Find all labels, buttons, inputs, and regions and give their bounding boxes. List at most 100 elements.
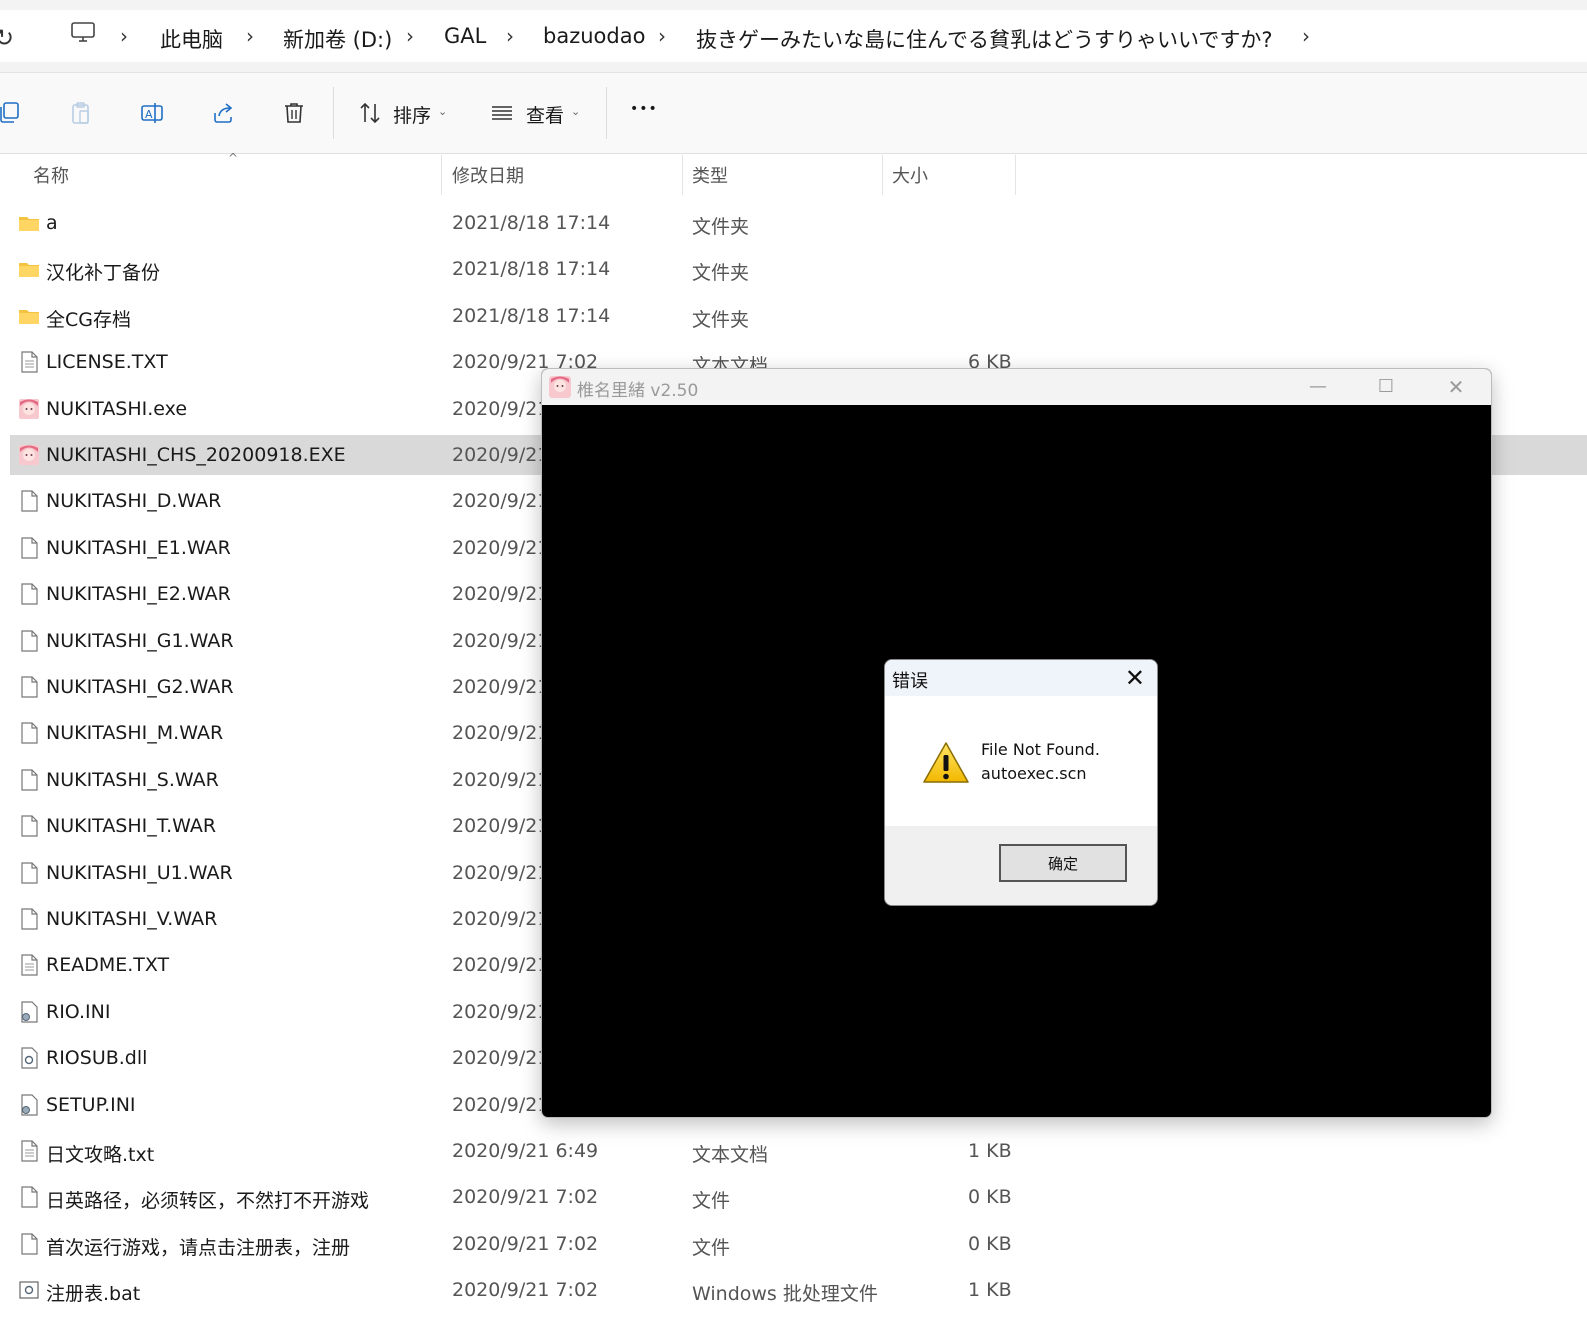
settings-file-icon bbox=[18, 1093, 40, 1116]
sort-button[interactable]: 排序 bbox=[393, 101, 431, 128]
file-date: 2020/9/21 bbox=[452, 1000, 550, 1023]
file-icon bbox=[18, 676, 40, 698]
folder-icon bbox=[18, 258, 40, 280]
file-name: README.TXT bbox=[46, 954, 170, 977]
breadcrumb-bazuodao[interactable]: bazuodao bbox=[543, 24, 645, 48]
view-icon[interactable] bbox=[490, 101, 514, 125]
file-date: 2020/9/21 bbox=[452, 490, 550, 513]
delete-icon[interactable] bbox=[282, 101, 306, 125]
close-button[interactable]: ✕ bbox=[1436, 373, 1476, 401]
file-date: 2020/9/21 bbox=[452, 444, 550, 466]
text-file-icon bbox=[18, 954, 40, 976]
column-divider[interactable] bbox=[882, 155, 883, 195]
breadcrumb-gal[interactable]: GAL bbox=[444, 24, 486, 48]
file-date: 2020/9/21 6:49 bbox=[452, 1140, 599, 1162]
file-date: 2020/9/21 7:02 bbox=[452, 1279, 599, 1302]
file-name: LICENSE.TXT bbox=[46, 351, 168, 374]
error-dialog-footer: 确定 bbox=[885, 826, 1157, 905]
column-header-date[interactable]: 修改日期 bbox=[452, 162, 524, 188]
column-header-type[interactable]: 类型 bbox=[692, 162, 728, 188]
column-divider[interactable] bbox=[682, 155, 683, 195]
error-dialog-close-button[interactable]: ✕ bbox=[1125, 664, 1145, 692]
file-type: 文件 bbox=[692, 1190, 731, 1213]
breadcrumb-chevron-icon[interactable]: › bbox=[658, 24, 666, 48]
sort-icon[interactable] bbox=[358, 101, 382, 125]
copy-icon[interactable] bbox=[0, 101, 22, 125]
file-date: 2020/9/21 bbox=[452, 1093, 550, 1116]
file-icon bbox=[18, 815, 40, 837]
ok-button[interactable]: 确定 bbox=[999, 844, 1127, 882]
column-divider[interactable] bbox=[1015, 155, 1016, 195]
refresh-icon[interactable]: ↻ bbox=[0, 24, 14, 52]
breadcrumb-drive[interactable]: 新加卷 (D:) bbox=[283, 24, 392, 54]
file-date: 2020/9/21 bbox=[452, 629, 550, 652]
column-header-size[interactable]: 大小 bbox=[892, 162, 928, 188]
file-date: 2020/9/21 bbox=[452, 676, 550, 698]
breadcrumb-chevron-icon[interactable]: › bbox=[406, 24, 414, 48]
error-dialog[interactable]: 错误 ✕ File Not Found. autoexec.scn 确定 bbox=[884, 659, 1158, 906]
file-type: 文件夹 bbox=[692, 262, 750, 285]
rename-icon[interactable]: A bbox=[140, 101, 164, 125]
address-bar: ↻ › 此电脑 › 新加卷 (D:) › GAL › bazuodao › 抜き… bbox=[0, 0, 1587, 73]
file-date: 2021/8/18 17:14 bbox=[452, 304, 611, 327]
more-options-button[interactable]: ••• bbox=[630, 101, 658, 117]
this-pc-icon[interactable] bbox=[70, 22, 96, 42]
file-icon bbox=[18, 722, 40, 744]
error-dialog-titlebar[interactable]: 错误 ✕ bbox=[885, 660, 1157, 696]
file-name: 全CG存档 bbox=[46, 308, 131, 331]
file-row[interactable]: a 2021/8/18 17:14 文件夹 bbox=[10, 203, 1587, 243]
file-row[interactable]: 日英路径，必须转区，不然打不开游戏 2020/9/21 7:02 文件 0 KB bbox=[10, 1177, 1587, 1217]
file-date: 2020/9/21 bbox=[452, 1047, 550, 1070]
file-icon bbox=[18, 583, 40, 605]
paste-icon[interactable] bbox=[69, 101, 93, 125]
view-button[interactable]: 查看 bbox=[526, 101, 564, 128]
file-name: NUKITASHI_G1.WAR bbox=[46, 629, 234, 652]
file-icon bbox=[18, 1186, 40, 1208]
text-file-icon bbox=[18, 1140, 40, 1162]
column-header-name[interactable]: 名称 bbox=[33, 162, 69, 188]
minimize-button[interactable]: — bbox=[1298, 373, 1338, 401]
sort-ascending-icon: ^ bbox=[228, 151, 239, 165]
file-row[interactable]: 日文攻略.txt 2020/9/21 6:49 文本文档 1 KB bbox=[10, 1131, 1587, 1171]
breadcrumb-chevron-icon[interactable]: › bbox=[120, 24, 128, 48]
dll-file-icon bbox=[18, 1047, 40, 1069]
view-chevron-down-icon[interactable]: ⌄ bbox=[571, 105, 580, 118]
file-icon bbox=[18, 490, 40, 512]
file-row[interactable]: 汉化补丁备份 2021/8/18 17:14 文件夹 bbox=[10, 249, 1587, 289]
file-name: 日英路径，必须转区，不然打不开游戏 bbox=[46, 1190, 370, 1213]
file-name: NUKITASHI_S.WAR bbox=[46, 768, 219, 791]
game-window-titlebar[interactable]: 椎名里緒 v2.50 — ☐ ✕ bbox=[542, 369, 1491, 405]
file-icon bbox=[18, 861, 40, 884]
folder-icon bbox=[18, 305, 40, 327]
error-message-line2: autoexec.scn bbox=[981, 764, 1087, 783]
breadcrumb-this-pc[interactable]: 此电脑 bbox=[160, 24, 223, 54]
file-name: NUKITASHI_U1.WAR bbox=[46, 861, 233, 884]
file-date: 2020/9/21 bbox=[452, 397, 550, 420]
share-icon[interactable] bbox=[211, 101, 235, 125]
maximize-button[interactable]: ☐ bbox=[1366, 373, 1406, 401]
app-icon bbox=[18, 444, 40, 466]
column-divider[interactable] bbox=[441, 155, 442, 195]
game-window-title: 椎名里緒 v2.50 bbox=[577, 381, 699, 401]
breadcrumb-current-folder[interactable]: 抜きゲーみたいな島に住んでる貧乳はどうすりゃいいですか? bbox=[696, 24, 1272, 54]
game-app-icon bbox=[549, 376, 571, 398]
file-row[interactable]: 首次运行游戏，请点击注册表，注册 2020/9/21 7:02 文件 0 KB bbox=[10, 1224, 1587, 1264]
breadcrumb-chevron-icon[interactable]: › bbox=[506, 24, 514, 48]
file-row[interactable]: 注册表.bat 2020/9/21 7:02 Windows 批处理文件 1 KB bbox=[10, 1270, 1587, 1310]
breadcrumb-chevron-icon[interactable]: › bbox=[246, 24, 254, 48]
file-size: 0 KB bbox=[968, 1232, 1012, 1255]
file-date: 2020/9/21 bbox=[452, 954, 550, 977]
settings-file-icon bbox=[18, 1001, 40, 1023]
file-name: 注册表.bat bbox=[46, 1283, 141, 1306]
file-size: 1 KB bbox=[968, 1140, 1012, 1162]
file-icon bbox=[18, 908, 40, 930]
file-date: 2020/9/21 bbox=[452, 722, 550, 745]
sort-chevron-down-icon[interactable]: ⌄ bbox=[438, 105, 447, 118]
warning-icon bbox=[923, 742, 969, 783]
file-row[interactable]: 全CG存档 2021/8/18 17:14 文件夹 bbox=[10, 296, 1587, 336]
file-type: 文件夹 bbox=[692, 308, 750, 331]
file-name: a bbox=[46, 212, 58, 234]
toolbar-divider bbox=[333, 87, 334, 139]
file-size: 0 KB bbox=[968, 1186, 1012, 1209]
breadcrumb-chevron-icon[interactable]: › bbox=[1302, 24, 1310, 48]
